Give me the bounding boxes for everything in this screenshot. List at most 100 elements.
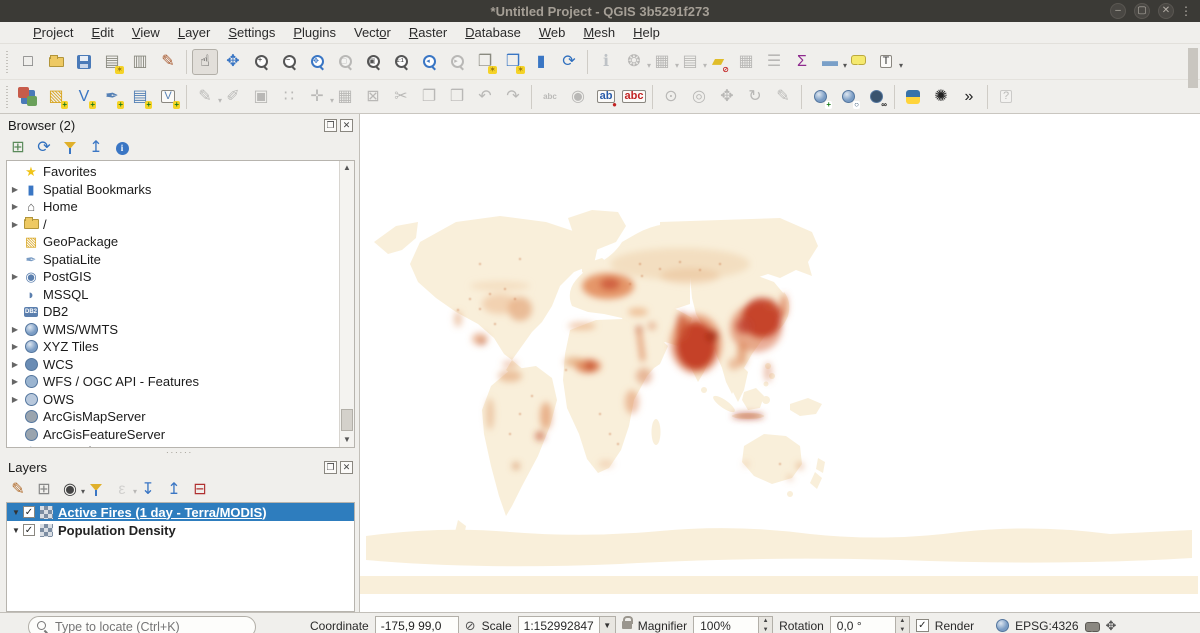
show-layout-manager-button[interactable]: ▥ (127, 49, 153, 75)
menu-project[interactable]: Project (24, 23, 82, 42)
layer-expander-icon[interactable]: ▼ (9, 526, 23, 535)
render-checkbox[interactable]: ✓ (916, 619, 929, 632)
new-geopackage-layer-button[interactable]: ▧+ (43, 84, 69, 110)
text-annotation-button[interactable]: T▾ (873, 49, 899, 75)
browser-item-[interactable]: ▶/ (7, 216, 339, 234)
maximize-button[interactable]: ▢ (1134, 3, 1150, 19)
browser-item-arcgisfeatureserver[interactable]: ArcGisFeatureServer (7, 426, 339, 444)
menu-help[interactable]: Help (624, 23, 669, 42)
locator-search[interactable] (28, 616, 256, 633)
browser-item-ows[interactable]: ▶OWS (7, 391, 339, 409)
scroll-up-icon[interactable]: ▲ (340, 161, 354, 175)
coordinate-field[interactable]: -175,9 99,0 (375, 616, 459, 633)
zoom-to-layer-button[interactable]: ▣ (360, 49, 386, 75)
style-manager-button[interactable]: ✎ (155, 49, 181, 75)
web-service-add-button[interactable]: + (807, 84, 833, 110)
text-annotation-dropdown-icon[interactable]: ▾ (899, 61, 903, 70)
deselect-features-all-layers-button[interactable]: ▰⊘ (705, 49, 731, 75)
filter-legend-button[interactable] (85, 479, 107, 501)
python-console-button[interactable] (900, 84, 926, 110)
highlight-pinned-labels-button[interactable]: abc (621, 84, 647, 110)
new-shapefile-layer-button[interactable]: V+ (71, 84, 97, 110)
close-button[interactable]: ✕ (1158, 3, 1174, 19)
tasks-icon[interactable]: ✥ (1106, 616, 1117, 633)
open-layer-styling-button[interactable]: ✎ (7, 479, 29, 501)
expander-icon[interactable]: ▶ (7, 272, 23, 281)
collapse-all-browser-button[interactable]: ↥ (85, 137, 107, 159)
browser-item-arcgismapserver[interactable]: ArcGisMapServer (7, 408, 339, 426)
browser-item-geopackage[interactable]: ▧GeoPackage (7, 233, 339, 251)
browser-item-favorites[interactable]: ★Favorites (7, 163, 339, 181)
manage-map-themes-button[interactable]: ◉▾ (59, 479, 81, 501)
menu-layer[interactable]: Layer (169, 23, 220, 42)
toolbar-overflow-button[interactable]: » (956, 84, 982, 110)
filter-browser-button[interactable] (59, 137, 81, 159)
add-selected-layers-button[interactable]: ⊞ (7, 137, 29, 159)
scroll-down-icon[interactable]: ▼ (340, 433, 354, 447)
map-canvas[interactable] (360, 114, 1200, 612)
web-service-search-button[interactable]: ○ (835, 84, 861, 110)
menu-vector[interactable]: Vector (345, 23, 400, 42)
extents-toggle-icon[interactable]: ⊘ (465, 616, 476, 633)
zoom-out-button[interactable]: − (276, 49, 302, 75)
measure-line-button[interactable]: ▬▾ (817, 49, 843, 75)
remove-layer-button[interactable]: ⊟ (189, 479, 211, 501)
menu-raster[interactable]: Raster (400, 23, 456, 42)
expander-icon[interactable]: ▶ (7, 377, 23, 386)
expander-icon[interactable]: ▶ (7, 202, 23, 211)
show-spatial-bookmarks-button[interactable]: ▮ (528, 49, 554, 75)
toolbar-grip[interactable] (4, 51, 12, 73)
browser-item-db2[interactable]: DB2DB2 (7, 303, 339, 321)
open-project-button[interactable] (43, 49, 69, 75)
new-project-button[interactable]: □ (15, 49, 41, 75)
messages-icon[interactable] (1085, 622, 1100, 632)
save-project-button[interactable] (71, 49, 97, 75)
magnifier-spinner[interactable]: 100% ▲▼ (693, 616, 773, 633)
magnifier-spin-buttons[interactable]: ▲▼ (758, 617, 772, 633)
new-map-view-button[interactable]: ❐✶ (472, 49, 498, 75)
crs-value[interactable]: EPSG:4326 (1015, 616, 1078, 633)
new-print-layout-button[interactable]: ▤✶ (99, 49, 125, 75)
add-group-button[interactable]: ⊞ (33, 479, 55, 501)
layer-visibility-checkbox[interactable]: ✓ (23, 506, 35, 518)
browser-float-button[interactable]: ❐ (324, 119, 337, 132)
expander-icon[interactable]: ▶ (7, 395, 23, 404)
browser-item-wms-wmts[interactable]: ▶WMS/WMTS (7, 321, 339, 339)
menu-edit[interactable]: Edit (82, 23, 122, 42)
expander-icon[interactable]: ▶ (7, 325, 23, 334)
new-spatialite-layer-button[interactable]: ✒+ (99, 84, 125, 110)
pan-map-to-selection-button[interactable]: ✥ (220, 49, 246, 75)
zoom-last-button[interactable]: ◂ (416, 49, 442, 75)
debugging-tools-button[interactable]: ✺ (928, 84, 954, 110)
layer-visibility-checkbox[interactable]: ✓ (23, 524, 35, 536)
minimize-button[interactable]: – (1110, 3, 1126, 19)
refresh-browser-button[interactable]: ⟳ (33, 137, 55, 159)
browser-close-button[interactable]: ✕ (340, 119, 353, 132)
locator-input[interactable] (55, 620, 247, 633)
collapse-all-layers-button[interactable]: ↥ (163, 479, 185, 501)
statistical-summary-button[interactable]: Σ (789, 49, 815, 75)
browser-item-geonode[interactable]: ✳GeoNode (7, 443, 339, 447)
menu-mesh[interactable]: Mesh (574, 23, 624, 42)
zoom-in-button[interactable]: + (248, 49, 274, 75)
open-data-source-manager-button[interactable] (15, 84, 41, 110)
menu-database[interactable]: Database (456, 23, 530, 42)
expand-all-layers-button[interactable]: ↧ (137, 479, 159, 501)
scroll-thumb[interactable] (341, 409, 353, 431)
menu-view[interactable]: View (123, 23, 169, 42)
scale-lock-icon[interactable] (622, 621, 632, 629)
menu-plugins[interactable]: Plugins (284, 23, 345, 42)
expander-icon[interactable]: ▶ (7, 185, 23, 194)
browser-item-mssql[interactable]: ◗MSSQL (7, 286, 339, 304)
expander-icon[interactable]: ▶ (7, 220, 23, 229)
refresh-map-button[interactable]: ⟳ (556, 49, 582, 75)
browser-item-spatialite[interactable]: ✒SpatiaLite (7, 251, 339, 269)
zoom-native-resolution-button[interactable]: 1:1 (388, 49, 414, 75)
edge-scrollbar[interactable] (1188, 48, 1198, 88)
browser-properties-button[interactable]: i (111, 137, 133, 159)
zoom-full-button[interactable]: ✥ (304, 49, 330, 75)
scale-combo[interactable]: 1:152992847 ▼ (518, 616, 616, 633)
new-temporary-scratch-layer-button[interactable]: V+ (155, 84, 181, 110)
scroll-track[interactable] (340, 175, 354, 433)
metasearch-button[interactable]: ∞ (863, 84, 889, 110)
